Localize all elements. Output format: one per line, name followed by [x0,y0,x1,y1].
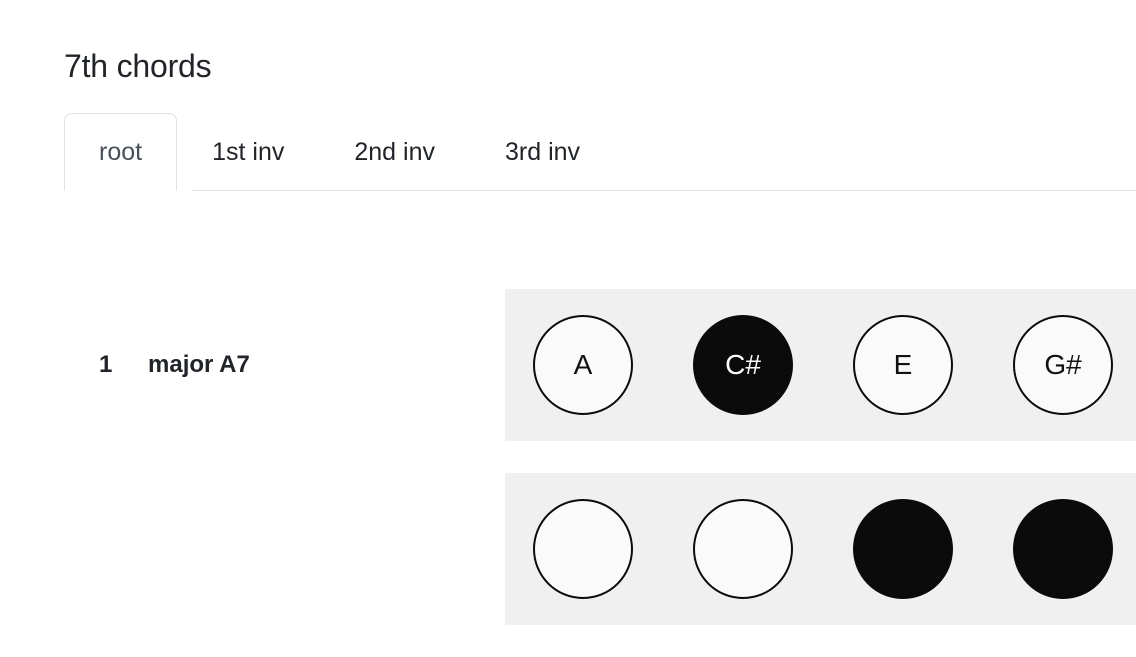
note-label: A [573,349,593,380]
note-circle[interactable]: G# [1013,315,1113,415]
tab-3rd-inv[interactable]: 3rd inv [470,113,615,191]
note-label: C# [725,349,761,380]
note-circle[interactable]: C# [693,315,793,415]
chord-row-meta: 1 major A7 [64,289,250,441]
tab-2nd-inv-label: 2nd inv [354,137,435,166]
chord-row-meta [64,473,148,625]
note-circle[interactable] [853,499,953,599]
tab-root-label: root [99,137,143,166]
note-circle[interactable] [693,499,793,599]
page-title: 7th chords [64,48,212,84]
chord-index: 1 [99,351,113,378]
tab-list: root 1st inv 2nd inv 3rd inv [64,113,615,191]
note-band: A C# E G# [505,289,1136,441]
note-circle[interactable]: A [533,315,633,415]
note-circle[interactable]: E [853,315,953,415]
tab-1st-inv[interactable]: 1st inv [177,113,319,191]
chord-row [0,473,1136,625]
tab-strip: root 1st inv 2nd inv 3rd inv [0,113,1136,191]
tab-2nd-inv[interactable]: 2nd inv [319,113,470,191]
chord-name: major A7 [148,351,250,378]
tab-3rd-inv-label: 3rd inv [504,137,581,166]
note-circle[interactable] [533,499,633,599]
chord-list: 1 major A7 A C# E G# [0,289,1136,657]
note-label: G# [1044,349,1082,380]
note-label: E [893,349,913,380]
note-band [505,473,1136,625]
chord-row: 1 major A7 A C# E G# [0,289,1136,441]
tab-1st-inv-label: 1st inv [212,137,285,166]
note-circle[interactable] [1013,499,1113,599]
tab-root[interactable]: root [64,113,178,191]
